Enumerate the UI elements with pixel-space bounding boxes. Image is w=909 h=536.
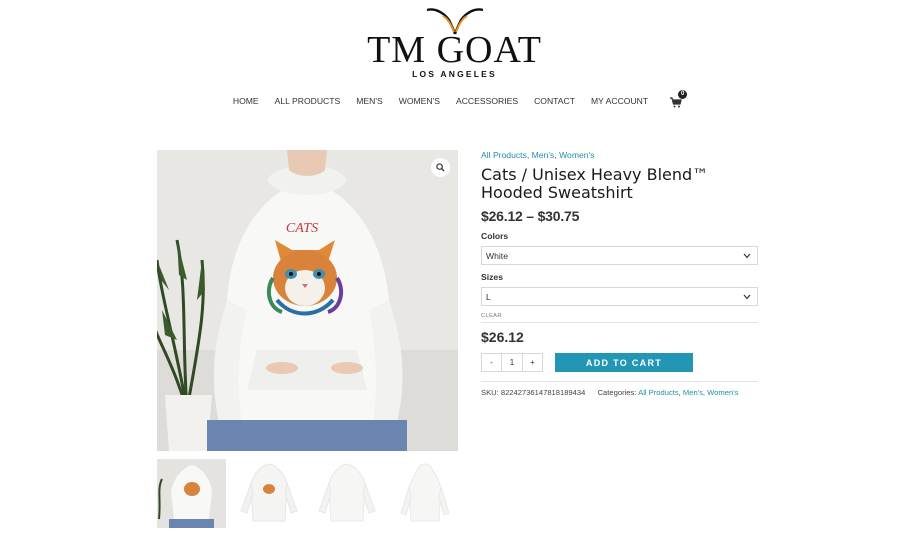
chevron-down-icon	[743, 253, 751, 258]
nav-home[interactable]: HOME	[225, 96, 267, 106]
magnifier-icon	[436, 163, 445, 172]
quantity-increase-button[interactable]: +	[523, 354, 542, 371]
site-logo[interactable]: TM GOAT LOS ANGELES	[0, 6, 909, 79]
thumb-front-flat-image	[240, 463, 298, 522]
thumbnail-front-model[interactable]	[157, 459, 226, 528]
sizes-label: Sizes	[481, 272, 503, 282]
nav-accessories[interactable]: ACCESSORIES	[448, 96, 526, 106]
colors-label: Colors	[481, 231, 509, 241]
product-categories: All Products, Men's, Women's	[481, 150, 595, 160]
thumbnail-back-flat[interactable]	[313, 459, 382, 528]
chevron-down-icon	[743, 294, 751, 299]
nav-womens[interactable]: WOMEN'S	[391, 96, 448, 106]
sizes-selected-value: L	[486, 291, 491, 302]
brand-name: TM GOAT	[367, 29, 542, 71]
sizes-select[interactable]: L	[481, 287, 758, 306]
quantity-stepper: - 1 +	[481, 353, 543, 372]
clear-selection-link[interactable]: CLEAR	[481, 313, 758, 319]
cart-count-badge: 0	[678, 90, 688, 99]
zoom-button[interactable]	[431, 158, 450, 177]
thumbnail-back-hood[interactable]	[391, 459, 460, 528]
nav-my-account[interactable]: MY ACCOUNT	[583, 96, 656, 106]
category-link-womens[interactable]: Women's	[559, 150, 594, 160]
sku-value: 82242736147818189434	[500, 388, 586, 397]
brand-location: LOS ANGELES	[412, 69, 497, 79]
meta-category-link-all-products[interactable]: All Products	[638, 388, 679, 397]
nav-mens[interactable]: MEN'S	[348, 96, 390, 106]
price-range: $26.12 – $30.75	[481, 208, 580, 224]
sku-label: SKU:	[481, 388, 499, 397]
thumbnail-front-flat[interactable]	[235, 459, 304, 528]
meta-categories-label: Categories:	[597, 388, 637, 397]
quantity-decrease-button[interactable]: -	[482, 354, 501, 371]
thumb-back-hood-image	[400, 463, 450, 522]
main-nav: HOME ALL PRODUCTS MEN'S WOMEN'S ACCESSOR…	[0, 90, 909, 108]
nav-contact[interactable]: CONTACT	[526, 96, 583, 106]
add-to-cart-button[interactable]: ADD TO CART	[555, 353, 693, 372]
thumb-back-flat-image	[318, 463, 376, 522]
product-meta: SKU: 82242736147818189434 Categories: Al…	[481, 388, 739, 397]
meta-category-link-mens[interactable]: Men's	[683, 388, 703, 397]
thumbnail-strip	[157, 459, 460, 528]
product-summary: All Products, Men's, Women's Cats / Unis…	[481, 150, 758, 397]
category-link-mens[interactable]: Men's	[532, 150, 555, 160]
product-main-image[interactable]: CATS	[157, 150, 458, 451]
product-title: Cats / Unisex Heavy Blend™ Hooded Sweats…	[481, 165, 709, 202]
hoodie-model-image: CATS	[157, 150, 458, 451]
colors-select[interactable]: White	[481, 246, 758, 265]
divider	[481, 322, 758, 323]
nav-all-products[interactable]: ALL PRODUCTS	[267, 96, 349, 106]
category-link-all-products[interactable]: All Products	[481, 150, 527, 160]
colors-selected-value: White	[486, 250, 508, 261]
quantity-input[interactable]: 1	[501, 354, 523, 371]
cart-button[interactable]: 0	[670, 90, 688, 108]
selected-price: $26.12	[481, 329, 524, 345]
thumb-front-model-image	[157, 459, 226, 528]
print-text: CATS	[286, 221, 318, 236]
meta-category-link-womens[interactable]: Women's	[707, 388, 738, 397]
divider	[481, 381, 758, 382]
add-to-cart-row: - 1 + ADD TO CART	[481, 353, 758, 372]
